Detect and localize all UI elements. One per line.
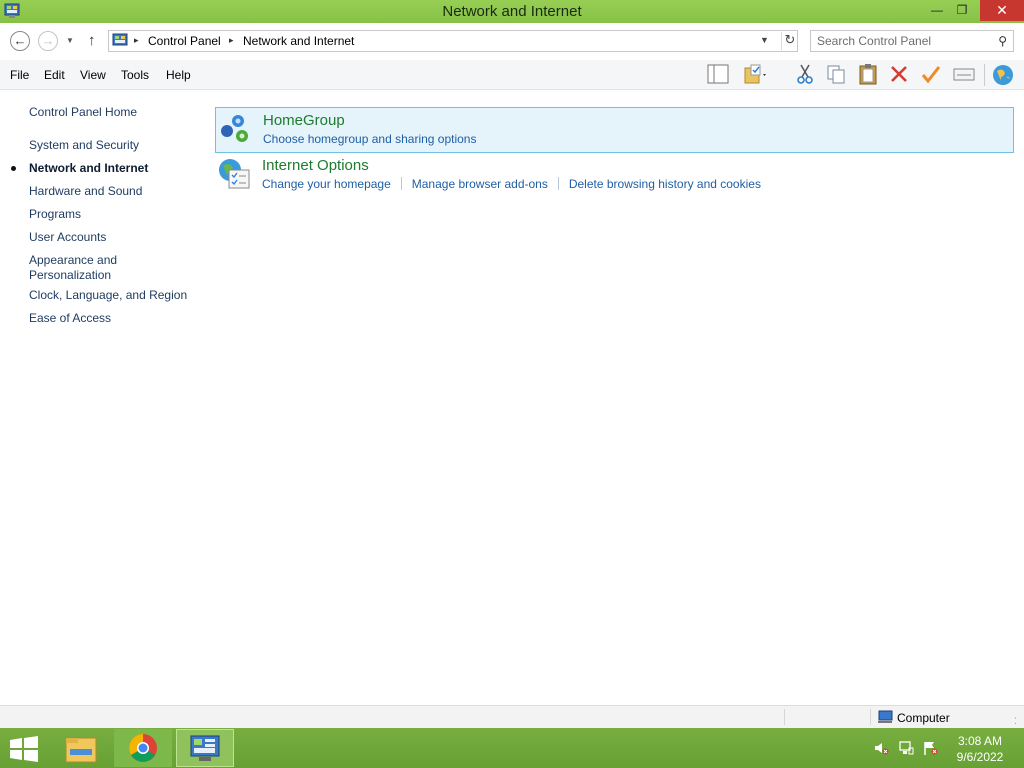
nav-system-and-security[interactable]: System and Security bbox=[29, 138, 199, 153]
link-delete-browsing-history[interactable]: Delete browsing history and cookies bbox=[569, 177, 761, 191]
cut-button[interactable] bbox=[792, 63, 818, 87]
computer-icon bbox=[878, 710, 893, 723]
link-choose-homegroup[interactable]: Choose homegroup and sharing options bbox=[263, 132, 476, 146]
paste-button[interactable] bbox=[855, 63, 881, 87]
forward-button[interactable]: → bbox=[38, 31, 58, 51]
taskbar-control-panel[interactable] bbox=[176, 729, 234, 767]
copy-button[interactable] bbox=[823, 63, 849, 87]
close-button[interactable]: ✕ bbox=[980, 0, 1024, 21]
properties-icon bbox=[953, 68, 975, 81]
status-divider bbox=[870, 709, 871, 725]
file-explorer-icon bbox=[65, 737, 97, 763]
menu-help[interactable]: Help bbox=[166, 68, 191, 82]
address-bar[interactable]: ▸ Control Panel ▸ Network and Internet ▼… bbox=[108, 30, 798, 52]
window-title: Network and Internet bbox=[442, 3, 582, 20]
network-icon[interactable] bbox=[898, 740, 914, 756]
left-navigation: Control Panel Home System and Security N… bbox=[0, 91, 210, 705]
category-links: Choose homegroup and sharing options bbox=[263, 132, 476, 146]
nav-hardware-and-sound[interactable]: Hardware and Sound bbox=[29, 184, 199, 199]
status-bar: Computer ⁚ bbox=[0, 705, 1024, 728]
layout-pane-icon bbox=[707, 64, 729, 84]
category-links: Change your homepage Manage browser add-o… bbox=[262, 177, 761, 191]
main-content: HomeGroup Choose homegroup and sharing o… bbox=[210, 91, 1024, 705]
system-clock[interactable]: 3:08 AM 9/6/2022 bbox=[950, 733, 1010, 765]
status-location: Computer bbox=[897, 711, 950, 725]
category-title[interactable]: HomeGroup bbox=[263, 112, 345, 129]
speaker-muted-icon[interactable] bbox=[873, 740, 889, 756]
recent-locations-button[interactable]: ▼ bbox=[66, 36, 74, 45]
windows-logo-icon[interactable] bbox=[9, 736, 39, 762]
nav-ease-of-access[interactable]: Ease of Access bbox=[29, 311, 199, 326]
action-center-icon[interactable] bbox=[922, 740, 938, 756]
refresh-icon[interactable]: ↻ bbox=[781, 32, 798, 50]
minimize-button[interactable]: — bbox=[923, 0, 951, 21]
cut-icon bbox=[797, 64, 813, 84]
address-row: ← → ▼ ↑ ▸ Control Panel ▸ Network and In… bbox=[0, 23, 1024, 60]
nav-user-accounts[interactable]: User Accounts bbox=[29, 230, 199, 245]
homegroup-icon bbox=[221, 115, 248, 142]
nav-network-and-internet[interactable]: Network and Internet bbox=[29, 161, 199, 176]
copy-icon bbox=[827, 65, 845, 84]
folder-options-button[interactable] bbox=[742, 63, 768, 87]
paste-icon bbox=[859, 64, 877, 85]
menu-edit[interactable]: Edit bbox=[44, 68, 65, 82]
menu-file[interactable]: File bbox=[10, 68, 29, 82]
category-title[interactable]: Internet Options bbox=[262, 157, 369, 174]
chrome-icon bbox=[129, 734, 157, 762]
back-button[interactable]: ← bbox=[10, 31, 30, 51]
arrow-right-icon: → bbox=[41, 33, 55, 48]
link-divider bbox=[557, 177, 559, 190]
breadcrumb-network-and-internet[interactable]: Network and Internet bbox=[243, 34, 354, 48]
restore-button[interactable]: ❐ bbox=[948, 0, 976, 21]
taskbar-chrome[interactable] bbox=[114, 729, 172, 767]
folder-check-icon bbox=[744, 64, 766, 84]
current-item-bullet bbox=[11, 166, 16, 171]
arrow-up-icon: ↑ bbox=[88, 32, 96, 49]
link-manage-add-ons[interactable]: Manage browser add-ons bbox=[412, 177, 548, 191]
resize-grip[interactable]: ⁚ bbox=[1014, 716, 1017, 727]
control-panel-icon bbox=[190, 735, 220, 761]
control-panel-icon bbox=[112, 33, 128, 46]
menu-view[interactable]: View bbox=[80, 68, 106, 82]
category-internet-options: Internet Options Change your homepage Man… bbox=[215, 153, 1014, 199]
title-bar[interactable]: Network and Internet — ❐ ✕ bbox=[0, 0, 1024, 23]
nav-programs[interactable]: Programs bbox=[29, 207, 199, 222]
toolbar-separator bbox=[984, 64, 985, 86]
category-homegroup[interactable]: HomeGroup Choose homegroup and sharing o… bbox=[215, 107, 1014, 153]
taskbar-file-explorer[interactable] bbox=[52, 729, 110, 767]
internet-button[interactable] bbox=[990, 63, 1016, 87]
chevron-down-icon[interactable]: ▼ bbox=[760, 35, 769, 45]
internet-options-icon bbox=[219, 159, 250, 189]
up-button[interactable]: ↑ bbox=[88, 32, 96, 49]
arrow-left-icon: ← bbox=[13, 33, 27, 48]
status-divider bbox=[784, 709, 785, 725]
delete-icon bbox=[891, 66, 907, 82]
nav-control-panel-home[interactable]: Control Panel Home bbox=[29, 105, 199, 120]
link-change-homepage[interactable]: Change your homepage bbox=[262, 177, 391, 191]
search-input[interactable] bbox=[817, 34, 987, 48]
breadcrumb-control-panel[interactable]: Control Panel bbox=[148, 34, 221, 48]
layout-pane-button[interactable] bbox=[705, 63, 731, 87]
apply-button[interactable] bbox=[918, 63, 944, 87]
globe-icon bbox=[993, 65, 1013, 85]
search-icon[interactable]: ⚲ bbox=[998, 34, 1007, 48]
search-box[interactable]: ⚲ bbox=[810, 30, 1014, 52]
menu-bar: File Edit View Tools Help bbox=[0, 60, 1024, 90]
properties-button[interactable] bbox=[951, 63, 977, 87]
nav-appearance-and-personalization[interactable]: Appearance and Personalization bbox=[29, 253, 129, 283]
nav-clock-language-region[interactable]: Clock, Language, and Region bbox=[29, 288, 199, 303]
taskbar: 3:08 AM 9/6/2022 bbox=[0, 728, 1024, 768]
link-divider bbox=[400, 177, 402, 190]
checkmark-icon bbox=[921, 66, 941, 84]
clock-date: 9/6/2022 bbox=[956, 750, 1004, 764]
chevron-right-icon[interactable]: ▸ bbox=[229, 35, 234, 46]
clock-time: 3:08 AM bbox=[957, 734, 1003, 748]
delete-button[interactable] bbox=[886, 63, 912, 87]
menu-tools[interactable]: Tools bbox=[121, 68, 149, 82]
chevron-right-icon[interactable]: ▸ bbox=[134, 35, 139, 46]
